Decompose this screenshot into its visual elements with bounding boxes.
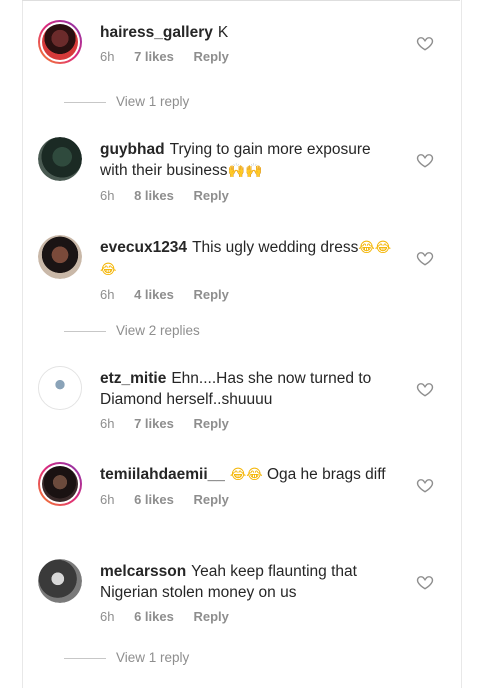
comment-username[interactable]: temiilahdaemii__ xyxy=(100,466,225,483)
comment-username[interactable]: etz_mitie xyxy=(100,370,166,387)
reply-button[interactable]: Reply xyxy=(193,287,228,302)
comment-username[interactable]: evecux1234 xyxy=(100,239,187,256)
view-replies-link[interactable]: View 1 reply xyxy=(64,650,189,665)
comment-time: 6h xyxy=(100,188,115,203)
comment-username[interactable]: melcarsson xyxy=(100,563,186,580)
comment-likes[interactable]: 8 likes xyxy=(134,188,174,203)
comment-likes[interactable]: 7 likes xyxy=(134,416,174,431)
avatar[interactable] xyxy=(38,235,82,279)
view-replies-label: View 2 replies xyxy=(116,323,200,338)
reply-button[interactable]: Reply xyxy=(193,416,228,431)
heart-outline-icon[interactable] xyxy=(416,380,434,398)
reply-button[interactable]: Reply xyxy=(193,188,228,203)
comment-time: 6h xyxy=(100,416,115,431)
comment-time: 6h xyxy=(100,609,115,624)
comment-time: 6h xyxy=(100,287,115,302)
heart-outline-icon[interactable] xyxy=(416,249,434,267)
heart-outline-icon[interactable] xyxy=(416,573,434,591)
comment-username[interactable]: guybhad xyxy=(100,141,165,158)
avatar[interactable] xyxy=(38,462,82,506)
avatar[interactable] xyxy=(38,559,82,603)
replies-divider xyxy=(64,657,106,659)
reply-button[interactable]: Reply xyxy=(193,492,228,507)
heart-outline-icon[interactable] xyxy=(416,476,434,494)
comment-likes[interactable]: 4 likes xyxy=(134,287,174,302)
heart-outline-icon[interactable] xyxy=(416,34,434,52)
comment-text: K xyxy=(217,24,229,41)
avatar[interactable] xyxy=(38,20,82,64)
comment-likes[interactable]: 6 likes xyxy=(134,609,174,624)
comment-text: Oga he brags diff xyxy=(266,466,386,483)
view-replies-label: View 1 reply xyxy=(116,94,190,109)
heart-outline-icon[interactable] xyxy=(416,151,434,169)
comment-likes[interactable]: 6 likes xyxy=(134,492,174,507)
laughing-emoji: 😂😂 xyxy=(229,467,263,483)
view-replies-label: View 1 reply xyxy=(116,650,190,665)
avatar[interactable] xyxy=(38,366,82,410)
reply-button[interactable]: Reply xyxy=(193,609,228,624)
view-replies-link[interactable]: View 2 replies xyxy=(64,323,200,338)
replies-divider xyxy=(64,330,106,332)
comment-username[interactable]: hairess_gallery xyxy=(100,24,213,41)
replies-divider xyxy=(64,101,106,103)
divider xyxy=(22,0,460,1)
reply-button[interactable]: Reply xyxy=(193,49,228,64)
view-replies-link[interactable]: View 1 reply xyxy=(64,94,189,109)
avatar[interactable] xyxy=(38,137,82,181)
comment-time: 6h xyxy=(100,492,115,507)
comment-time: 6h xyxy=(100,49,115,64)
comment-text: This ugly wedding dress xyxy=(192,239,359,256)
comment-likes[interactable]: 7 likes xyxy=(134,49,174,64)
raised-hands-emoji: 🙌🙌 xyxy=(227,163,263,179)
